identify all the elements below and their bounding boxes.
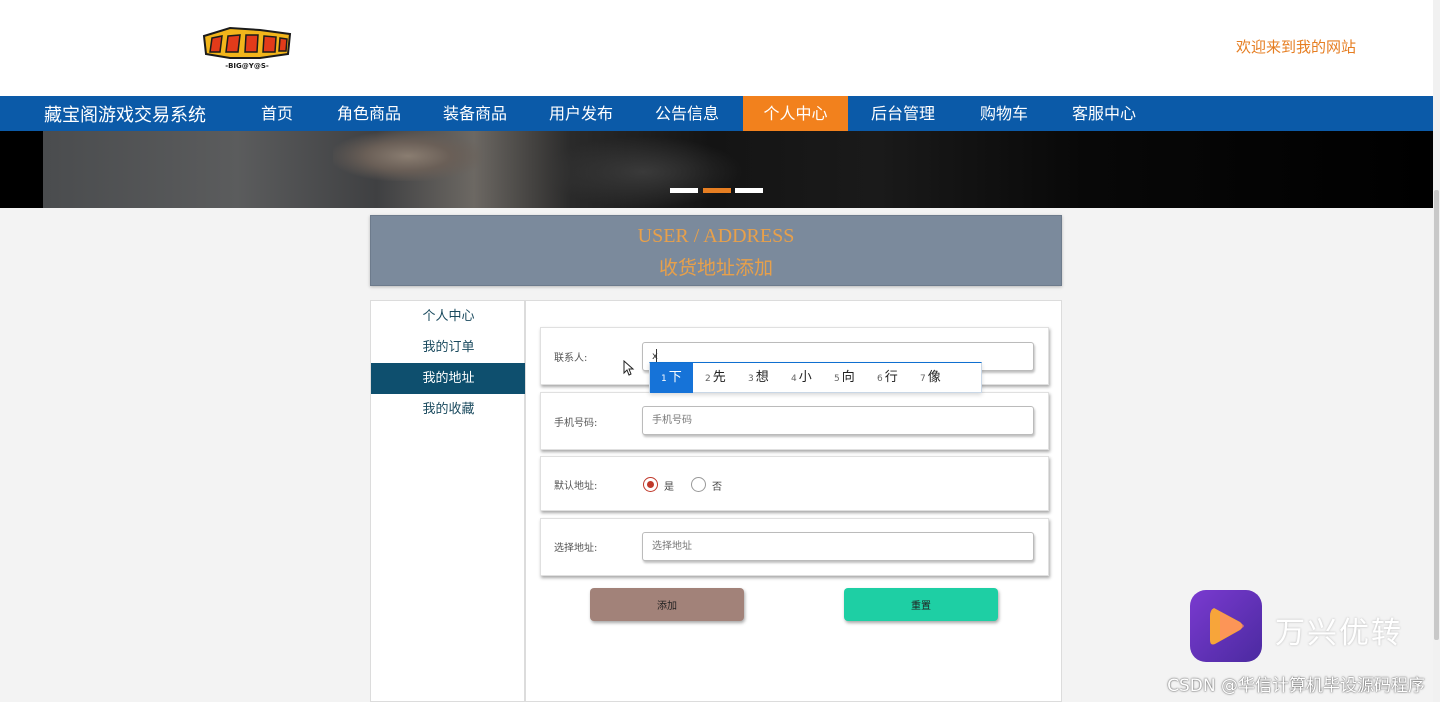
contact-label: 联系人: [554,353,588,364]
welcome-text: 欢迎来到我的网站 [1235,38,1356,56]
default-yes-label: 是 [664,482,674,493]
carousel-dot-2[interactable] [703,188,731,193]
select-address-input[interactable] [642,532,1034,561]
nav-equipment-goods[interactable]: 装备商品 [432,96,518,131]
nav-personal-center[interactable]: 个人中心 [743,96,848,131]
select-address-label: 选择地址: [554,543,598,554]
nav-user-publish[interactable]: 用户发布 [538,96,624,131]
top-header: -BIG@Y@S- 欢迎来到我的网站 [0,0,1433,96]
sidebar-item-my-orders[interactable]: 我的订单 [371,332,526,363]
nav-cart[interactable]: 购物车 [968,96,1040,131]
ime-candidate-7[interactable]: 7像 [920,363,941,393]
default-no-radio[interactable] [691,477,706,492]
watermark-play-icon [1190,590,1262,662]
ime-candidate-5[interactable]: 5向 [834,363,855,393]
add-button[interactable]: 添加 [590,588,744,621]
ime-candidate-1[interactable]: 1下 [650,363,693,393]
sidebar-item-personal-center[interactable]: 个人中心 [371,301,526,332]
text-caret [656,349,657,363]
nav-customer-service[interactable]: 客服中心 [1061,96,1147,131]
mouse-pointer-icon [623,360,635,376]
main-nav: 藏宝阁游戏交易系统 首页 角色商品 装备商品 用户发布 公告信息 个人中心 后台… [0,96,1433,131]
banner-image [43,131,1433,208]
ime-candidate-bar: 1下 2先 3想 4小 5向 6行 7像 [649,362,982,393]
page-title-en: USER / ADDRESS [637,225,795,247]
watermark-app-name: 万兴优转 [1275,616,1403,651]
ime-candidate-3[interactable]: 3想 [748,363,769,393]
scrollbar-thumb[interactable] [1434,190,1439,640]
phone-input[interactable] [642,406,1034,435]
reset-button[interactable]: 重置 [844,588,998,621]
hero-banner [0,131,1433,208]
ime-candidate-4[interactable]: 4小 [791,363,812,393]
page-title-cn: 收货地址添加 [658,258,773,279]
page-title-card: USER / ADDRESS 收货地址添加 [370,215,1062,286]
page-scrollbar[interactable] [1433,0,1440,702]
default-yes-radio[interactable] [643,477,658,492]
sidebar-item-my-address[interactable]: 我的地址 [371,363,526,394]
nav-announcements[interactable]: 公告信息 [644,96,730,131]
carousel-dot-3[interactable] [735,188,763,193]
nav-home[interactable]: 首页 [246,96,308,131]
default-no-label: 否 [712,482,722,493]
ime-candidate-2[interactable]: 2先 [705,363,726,393]
user-sidebar: 个人中心 我的订单 我的地址 我的收藏 [370,300,526,702]
carousel-dot-1[interactable] [670,188,698,193]
ime-candidate-6[interactable]: 6行 [877,363,898,393]
nav-role-goods[interactable]: 角色商品 [326,96,412,131]
default-address-row [540,456,1049,511]
logo-subtext: -BIG@Y@S- [225,62,269,70]
site-logo[interactable]: -BIG@Y@S- [200,24,294,72]
site-brand[interactable]: 藏宝阁游戏交易系统 [44,101,206,127]
nav-admin[interactable]: 后台管理 [860,96,946,131]
default-address-label: 默认地址: [554,481,598,492]
watermark-credit: CSDN @华信计算机毕设源码程序 [1167,676,1425,696]
sidebar-item-my-favorites[interactable]: 我的收藏 [371,394,526,425]
phone-label: 手机号码: [554,418,598,429]
